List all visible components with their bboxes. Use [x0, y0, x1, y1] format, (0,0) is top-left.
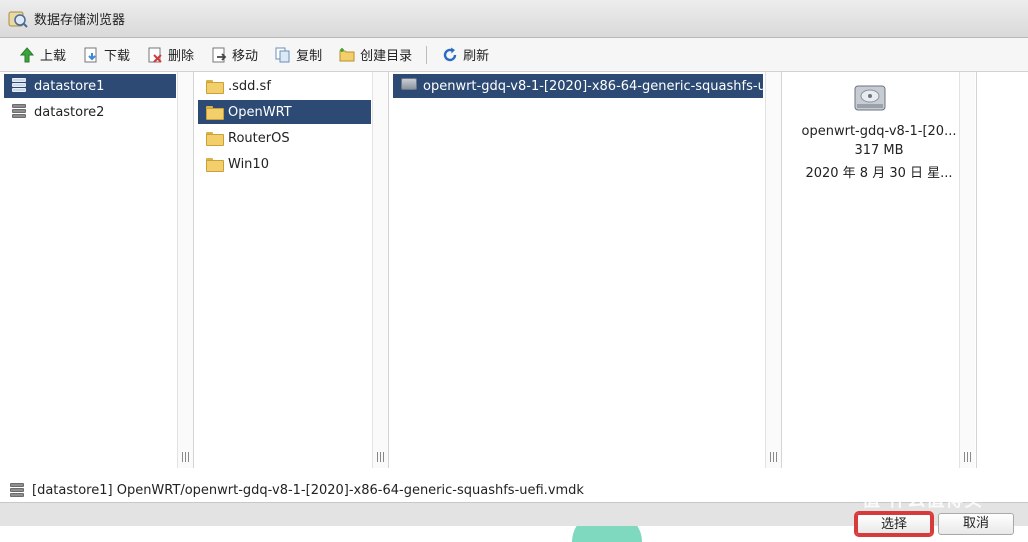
upload-label: 上载 [40, 49, 67, 64]
folder-item-win10[interactable]: Win10 [198, 152, 371, 176]
hard-disk-icon [853, 82, 887, 116]
watermark-text: 值 什么值得买 [862, 490, 984, 511]
file-list-panel: openwrt-gdq-v8-1-[2020]-x86-64-generic-s… [389, 72, 782, 468]
datastore-list-panel: datastore1 datastore2 [0, 72, 194, 468]
panel-resize-handle[interactable] [177, 72, 193, 468]
upload-button[interactable]: 上载 [12, 42, 72, 68]
browser-panels: datastore1 datastore2 .sdd.sf OpenWRT Ro… [0, 72, 1028, 468]
refresh-label: 刷新 [463, 49, 490, 64]
folder-label: RouterOS [228, 130, 290, 146]
datastore-icon [12, 104, 28, 120]
grip-icon [964, 452, 972, 462]
preview-file-name: openwrt-gdq-v8-1-[20... [801, 124, 957, 139]
toolbar: 上载 下载 删除 移动 复制 创建目录 刷新 [0, 38, 1028, 72]
file-label: openwrt-gdq-v8-1-[2020]-x86-64-generic-s… [423, 78, 779, 94]
copy-label: 复制 [296, 49, 323, 64]
folder-icon [206, 156, 224, 172]
cancel-button[interactable]: 取消 [938, 513, 1014, 535]
move-button[interactable]: 移动 [204, 42, 264, 68]
file-item-vmdk[interactable]: openwrt-gdq-v8-1-[2020]-x86-64-generic-s… [393, 74, 778, 98]
download-icon [82, 46, 100, 64]
grip-icon [377, 452, 385, 462]
folder-icon [206, 130, 224, 146]
move-label: 移动 [232, 49, 259, 64]
datastore-label: datastore1 [34, 78, 105, 94]
datastore-browser-window: 数据存储浏览器 上载 下载 删除 移动 复制 创建目录 刷新 datastore… [0, 0, 1028, 542]
upload-arrow-icon [18, 46, 36, 64]
selected-path-text: [datastore1] OpenWRT/openwrt-gdq-v8-1-[2… [32, 482, 584, 498]
preview-file-date: 2020 年 8 月 30 日 星... [805, 166, 953, 181]
folder-icon [206, 104, 224, 120]
refresh-icon [441, 46, 459, 64]
preview-scroll-area [959, 72, 1028, 468]
disk-file-icon [401, 78, 417, 94]
folder-item-sdd-sf[interactable]: .sdd.sf [198, 74, 371, 98]
create-directory-label: 创建目录 [360, 49, 413, 64]
folder-item-routeros[interactable]: RouterOS [198, 126, 371, 150]
datastore-label: datastore2 [34, 104, 105, 120]
datastore-item-datastore2[interactable]: datastore2 [4, 100, 176, 124]
copy-icon [274, 46, 292, 64]
window-title: 数据存储浏览器 [34, 13, 126, 28]
refresh-button[interactable]: 刷新 [435, 42, 495, 68]
download-label: 下载 [104, 49, 131, 64]
title-bar: 数据存储浏览器 [0, 0, 1028, 38]
folder-add-icon [338, 46, 356, 64]
create-directory-button[interactable]: 创建目录 [332, 42, 418, 68]
datastore-item-datastore1[interactable]: datastore1 [4, 74, 176, 98]
download-button[interactable]: 下载 [76, 42, 136, 68]
panel-resize-handle[interactable] [959, 72, 975, 468]
folder-label: .sdd.sf [228, 78, 271, 94]
folder-list-panel: .sdd.sf OpenWRT RouterOS Win10 [194, 72, 389, 468]
file-preview-panel: openwrt-gdq-v8-1-[20... 317 MB 2020 年 8 … [782, 72, 976, 468]
delete-button[interactable]: 删除 [140, 42, 200, 68]
grip-icon [770, 452, 778, 462]
delete-label: 删除 [168, 49, 195, 64]
folder-label: Win10 [228, 156, 269, 172]
copy-button[interactable]: 复制 [268, 42, 328, 68]
toolbar-separator [426, 45, 428, 64]
datastore-icon [10, 483, 24, 497]
move-icon [210, 46, 228, 64]
select-button[interactable]: 选择 [856, 513, 932, 535]
folder-label: OpenWRT [228, 104, 292, 120]
datastore-browser-icon [8, 9, 28, 29]
panel-resize-handle[interactable] [372, 72, 388, 468]
folder-item-openwrt[interactable]: OpenWRT [198, 100, 371, 124]
preview-file-size: 317 MB [854, 143, 904, 158]
datastore-icon [12, 78, 28, 94]
folder-icon [206, 78, 224, 94]
panel-resize-handle[interactable] [765, 72, 781, 468]
delete-icon [146, 46, 164, 64]
grip-icon [182, 452, 190, 462]
